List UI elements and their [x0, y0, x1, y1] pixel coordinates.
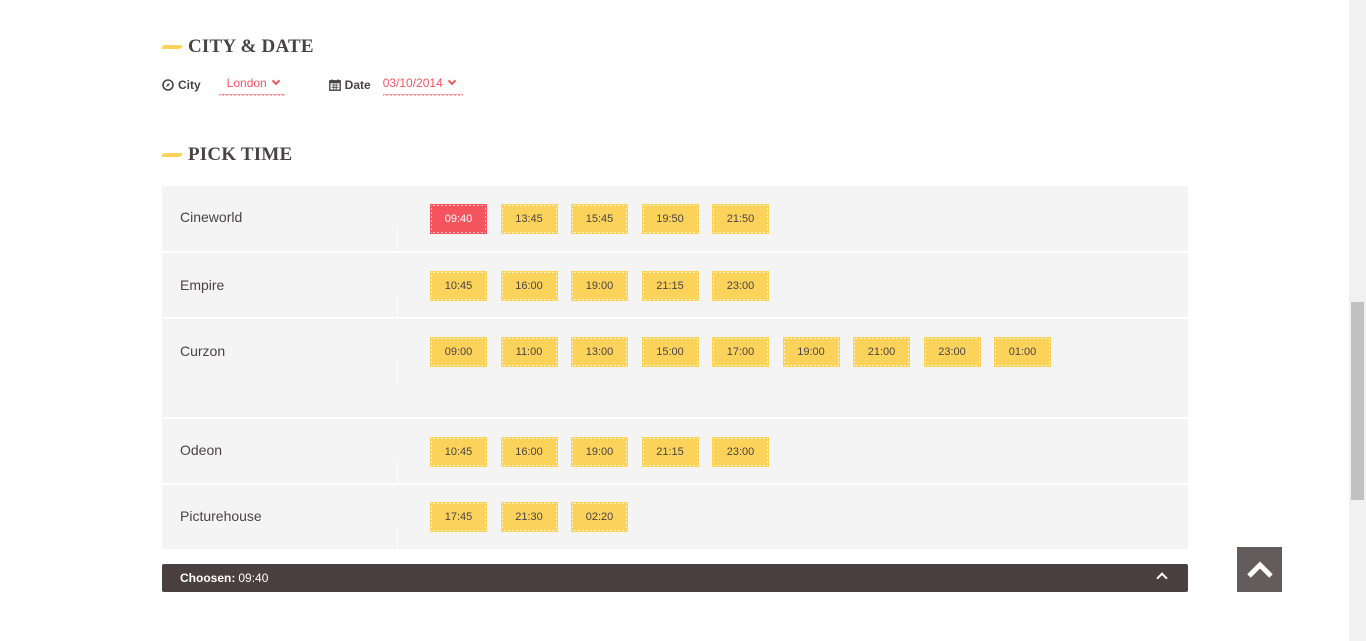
chosen-label: Choosen: [180, 571, 236, 585]
showtime-ticket[interactable]: 17:45 [430, 502, 487, 532]
date-select-value: 03/10/2014 [382, 76, 443, 90]
page: CITY & DATE City London Date 03/10/2014 … [0, 0, 1366, 641]
cinema-name: Odeon [180, 442, 223, 458]
arrow-up-icon [1246, 560, 1273, 578]
chevron-down-icon [447, 76, 456, 86]
row-divider [397, 527, 398, 549]
showtime-ticket[interactable]: 02:20 [571, 502, 628, 532]
cinema-name: Cineworld [180, 209, 243, 225]
date-select[interactable]: 03/10/2014 [382, 74, 463, 96]
showtime-ticket[interactable]: 10:45 [430, 271, 487, 301]
showtime-ticket[interactable]: 21:30 [500, 502, 558, 532]
showtime-ticket[interactable]: 21:50 [712, 204, 769, 234]
row-divider [397, 361, 398, 383]
chosen-time-bar[interactable]: Choosen: 09:40 [162, 564, 1188, 592]
compass-icon [162, 79, 174, 91]
cinema-row: Picturehouse 17:45 21:30 02:20 [162, 485, 1188, 551]
showtime-ticket[interactable]: 21:00 [853, 337, 910, 367]
section-title-text: PICK TIME [188, 144, 293, 165]
showtime-ticket[interactable]: 19:00 [782, 337, 840, 367]
showtimes-list: 17:45 21:30 02:20 [430, 502, 1130, 541]
back-to-top-button[interactable] [1237, 547, 1282, 592]
city-select-value: London [226, 76, 267, 90]
showtime-ticket[interactable]: 09:00 [430, 337, 487, 367]
showtime-schedule: Cineworld 09:40 13:45 15:45 19:50 21:50 Empire… [162, 186, 1188, 551]
date-label: Date [344, 78, 371, 92]
showtime-ticket[interactable]: 17:00 [712, 337, 769, 367]
title-dash-decoration [160, 45, 184, 49]
row-divider [397, 461, 398, 483]
wavy-underline [218, 92, 285, 96]
title-dash-decoration [160, 153, 184, 157]
city-filter-label: City [162, 78, 201, 92]
chosen-value: 09:40 [238, 571, 269, 585]
section-title-city-date: CITY & DATE [160, 36, 314, 58]
page-scrollbar[interactable] [1349, 0, 1366, 641]
showtime-ticket[interactable]: 09:40 [430, 204, 487, 234]
cinema-row: Cineworld 09:40 13:45 15:45 19:50 21:50 [162, 186, 1188, 253]
showtime-ticket[interactable]: 15:00 [641, 337, 699, 367]
showtime-ticket[interactable]: 23:00 [712, 437, 769, 467]
showtime-ticket[interactable]: 13:00 [571, 337, 628, 367]
calendar-icon [328, 79, 341, 91]
chevron-down-icon [271, 76, 280, 86]
date-filter-label: Date [328, 78, 371, 92]
city-select[interactable]: London [218, 74, 285, 96]
showtime-ticket[interactable]: 13:45 [500, 204, 558, 234]
showtime-ticket[interactable]: 21:15 [641, 437, 699, 467]
cinema-row: Odeon 10:45 16:00 19:00 21:15 23:00 [162, 419, 1188, 485]
chevron-up-icon[interactable] [1156, 572, 1168, 584]
cinema-name: Curzon [180, 343, 226, 359]
showtimes-list: 09:40 13:45 15:45 19:50 21:50 [430, 204, 1130, 243]
cinema-row: Curzon 09:00 11:00 13:00 15:00 17:00 19:00 21:0… [162, 319, 1188, 419]
showtime-ticket[interactable]: 23:00 [712, 271, 769, 301]
showtime-ticket[interactable]: 11:00 [500, 337, 558, 367]
wavy-underline [382, 92, 463, 96]
showtime-ticket[interactable]: 21:15 [641, 271, 699, 301]
row-divider [397, 295, 398, 317]
cinema-name: Empire [180, 277, 225, 293]
showtime-ticket[interactable]: 19:00 [571, 437, 628, 467]
showtime-ticket[interactable]: 23:00 [923, 337, 981, 367]
showtime-ticket[interactable]: 01:00 [994, 337, 1051, 367]
city-label: City [178, 78, 201, 92]
showtime-ticket[interactable]: 16:00 [500, 437, 558, 467]
section-title-pick-time: PICK TIME [160, 144, 293, 166]
showtime-ticket[interactable]: 16:00 [500, 271, 558, 301]
row-divider [397, 228, 398, 250]
section-title-text: CITY & DATE [188, 36, 314, 57]
showtime-ticket[interactable]: 15:45 [571, 204, 628, 234]
cinema-name: Picturehouse [180, 508, 262, 524]
cinema-row: Empire 10:45 16:00 19:00 21:15 23:00 [162, 253, 1188, 319]
showtime-ticket[interactable]: 19:50 [641, 204, 699, 234]
showtime-ticket[interactable]: 19:00 [571, 271, 628, 301]
showtimes-list: 10:45 16:00 19:00 21:15 23:00 [430, 437, 1130, 476]
scrollbar-thumb[interactable] [1351, 302, 1364, 500]
showtime-ticket[interactable]: 10:45 [430, 437, 487, 467]
filters-bar: City London Date 03/10/2014 [162, 74, 463, 96]
showtimes-list: 09:00 11:00 13:00 15:00 17:00 19:00 21:00 23:00… [430, 337, 1130, 376]
showtimes-list: 10:45 16:00 19:00 21:15 23:00 [430, 271, 1130, 310]
